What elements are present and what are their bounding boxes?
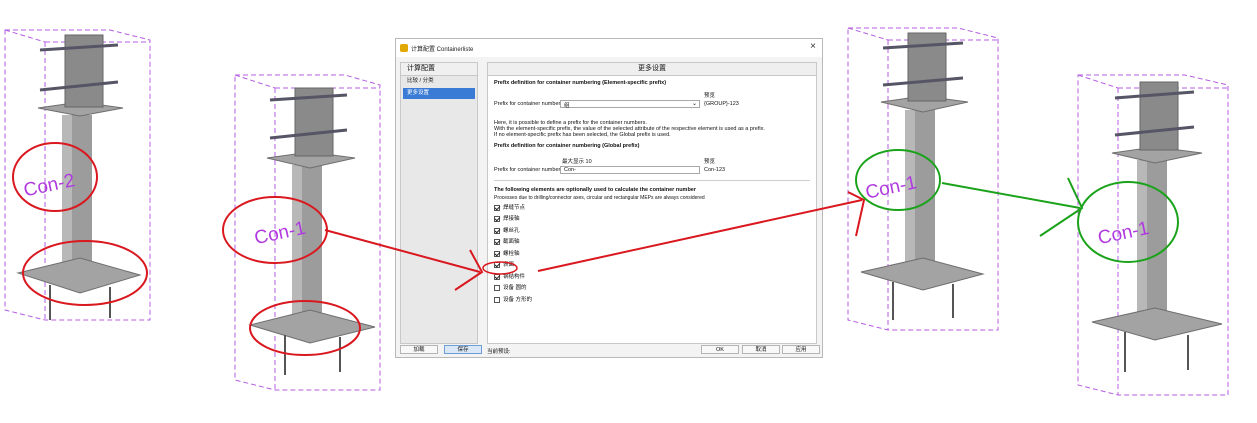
checkbox-icon[interactable] xyxy=(494,296,500,303)
app-icon xyxy=(400,44,408,52)
checkbox-mep-round[interactable]: 设备 圆的 xyxy=(494,284,527,293)
settings-sidebar: 计算配置 比较 / 分类 更多设置 xyxy=(400,62,478,344)
checkbox-surface[interactable]: 表面 xyxy=(494,261,514,270)
checkbox-icon[interactable] xyxy=(494,227,500,234)
checkbox-icon[interactable] xyxy=(494,284,500,291)
checkbox-icon[interactable] xyxy=(494,238,500,245)
checkbox-screw-hole[interactable]: 螺丝孔 xyxy=(494,227,520,236)
base-plate-1 xyxy=(16,257,142,294)
element-prefix-select[interactable]: 组 ⌄ xyxy=(560,100,700,109)
save-button[interactable]: 保存 xyxy=(444,345,482,354)
checkbox-icon[interactable] xyxy=(494,215,500,222)
checkbox-icon[interactable] xyxy=(494,273,500,280)
ok-button[interactable]: OK xyxy=(701,345,739,354)
sidebar-item-compare[interactable]: 比较 / 分类 xyxy=(401,76,477,87)
apply-button[interactable]: 应用 xyxy=(782,345,820,354)
checkbox-icon[interactable] xyxy=(494,261,500,268)
checkbox-weld-node[interactable]: 焊缝节点 xyxy=(494,204,525,213)
section-element-prefix-title: Prefix definition for container numberin… xyxy=(494,80,667,86)
close-icon[interactable]: × xyxy=(810,42,816,52)
checkbox-steel-part[interactable]: 钢结构件 xyxy=(494,273,525,282)
column-illustration-2 xyxy=(234,74,381,391)
settings-panel: 更多设置 Prefix definition for container num… xyxy=(487,62,817,344)
checkbox-weld-axis[interactable]: 焊接轴 xyxy=(494,215,520,224)
checkbox-section-axis[interactable]: 截面轴 xyxy=(494,238,520,247)
sidebar-title: 计算配置 xyxy=(401,63,477,76)
panel-title: 更多设置 xyxy=(488,63,816,76)
container-list-dialog: 计算配置 Containerliste × 计算配置 比较 / 分类 更多设置 … xyxy=(395,38,823,358)
preview-label-2: 预览 xyxy=(704,159,716,165)
dialog-titlebar: 计算配置 Containerliste × xyxy=(396,39,822,57)
section-elements-title: The following elements are optionally us… xyxy=(494,187,697,193)
cancel-button[interactable]: 取消 xyxy=(742,345,780,354)
load-button[interactable]: 加载 xyxy=(400,345,438,354)
chevron-down-icon: ⌄ xyxy=(691,101,697,107)
checkbox-icon[interactable] xyxy=(494,204,500,211)
column-illustration-1 xyxy=(4,29,151,321)
description-line-3: If no element-specific prefix has been s… xyxy=(494,132,671,138)
checkbox-bolt-axis[interactable]: 螺栓轴 xyxy=(494,250,520,259)
max-length-label: 最大显示 10 xyxy=(562,159,592,165)
section-elements-note: Processes due to drilling/connector axes… xyxy=(494,195,705,201)
global-prefix-label: Prefix for container number xyxy=(494,167,561,173)
preview-label: 预览 xyxy=(704,93,716,99)
section-global-prefix-title: Prefix definition for container numberin… xyxy=(494,143,640,149)
global-prefix-preview: Con-123 xyxy=(704,167,726,173)
prefix-label: Prefix for container number xyxy=(494,101,561,107)
section-divider xyxy=(494,180,810,181)
dialog-footer: 加载 保存 当前预设: OK 取消 应用 xyxy=(396,341,822,357)
element-prefix-preview: {GROUP}-123 xyxy=(704,101,739,107)
column-illustration-4 xyxy=(1077,74,1229,396)
global-prefix-input[interactable]: Con- xyxy=(560,166,700,174)
sidebar-item-more-settings[interactable]: 更多设置 xyxy=(403,88,475,99)
current-preset-label: 当前预设: xyxy=(487,349,511,355)
column-illustration-3 xyxy=(847,27,999,331)
checkbox-mep-rect[interactable]: 设备 方形的 xyxy=(494,296,532,305)
checkbox-icon[interactable] xyxy=(494,250,500,257)
dialog-title: 计算配置 Containerliste xyxy=(411,47,474,53)
